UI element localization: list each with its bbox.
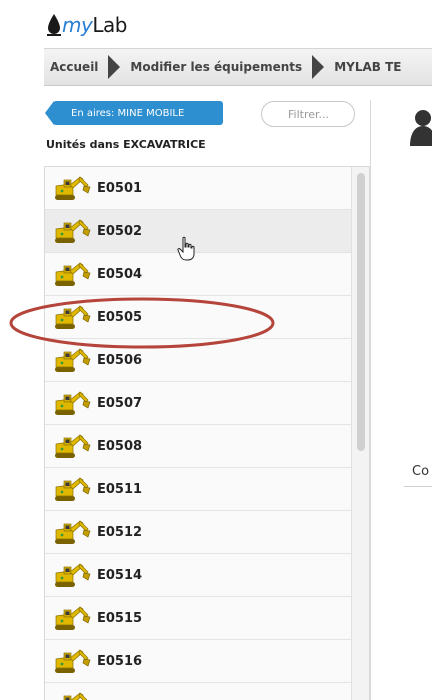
filter-input[interactable]: [261, 101, 355, 127]
excavator-icon: [53, 174, 91, 202]
excavator-icon: [53, 690, 91, 700]
list-item[interactable]: E0506: [45, 339, 351, 382]
panel-divider: [370, 100, 371, 700]
excavator-icon: [53, 389, 91, 417]
hand-cursor-icon: [177, 236, 195, 261]
list-item[interactable]: E0508: [45, 425, 351, 468]
excavator-icon: [53, 518, 91, 546]
breadcrumb: Accueil Modifier les équipements MYLAB T…: [44, 48, 432, 86]
breadcrumb-separator: [108, 55, 121, 79]
excavator-icon: [53, 303, 91, 331]
scrollbar-thumb[interactable]: [357, 173, 365, 451]
list-item[interactable]: E0501: [45, 167, 351, 210]
excavator-icon: [53, 260, 91, 288]
unit-label: E0507: [97, 395, 143, 411]
list-item[interactable]: E0502: [45, 210, 351, 253]
unit-label: E0515: [97, 610, 143, 626]
list-item[interactable]: E0515: [45, 597, 351, 640]
unit-label: E0511: [97, 481, 143, 497]
excavator-icon: [53, 604, 91, 632]
unit-label: E0505: [97, 309, 143, 325]
units-heading: Unités dans EXCAVATRICE: [46, 138, 206, 151]
list-item[interactable]: E0507: [45, 382, 351, 425]
app-logo[interactable]: my Lab: [47, 10, 127, 40]
list-item[interactable]: E0505: [45, 296, 351, 339]
list-item[interactable]: [45, 683, 351, 700]
list-item[interactable]: E0516: [45, 640, 351, 683]
logo-drop-icon: [47, 14, 61, 36]
breadcrumb-mylab[interactable]: MYLAB TE: [326, 49, 409, 85]
breadcrumb-separator: [312, 55, 325, 79]
unit-label: E0506: [97, 352, 143, 368]
logo-text-lab: Lab: [92, 13, 127, 37]
unit-label: E0514: [97, 567, 143, 583]
excavator-icon: [53, 432, 91, 460]
breadcrumb-edit-equipment[interactable]: Modifier les équipements: [122, 49, 310, 85]
excavator-icon: [53, 475, 91, 503]
unit-label: E0508: [97, 438, 143, 454]
unit-label: E0512: [97, 524, 143, 540]
excavator-icon: [53, 561, 91, 589]
list-item[interactable]: E0514: [45, 554, 351, 597]
detail-label-fragment: Co: [412, 464, 430, 479]
detail-field-underline: [404, 486, 432, 487]
list-scrollbar[interactable]: [351, 167, 369, 700]
logo-text-my: my: [62, 13, 93, 37]
unit-label: E0516: [97, 653, 143, 669]
excavator-icon: [53, 346, 91, 374]
unit-label: E0504: [97, 266, 143, 282]
unit-label: E0502: [97, 223, 143, 239]
unit-label: E0501: [97, 180, 143, 196]
list-item[interactable]: E0504: [45, 253, 351, 296]
user-avatar-icon: [410, 110, 432, 146]
units-list: E0501 E0502 E0504 E0505 E0506 E0507 E050…: [44, 166, 370, 700]
breadcrumb-home[interactable]: Accueil: [44, 49, 106, 85]
list-item[interactable]: E0511: [45, 468, 351, 511]
excavator-icon: [53, 217, 91, 245]
excavator-icon: [53, 647, 91, 675]
list-item[interactable]: E0512: [45, 511, 351, 554]
area-back-button[interactable]: En aires: MINE MOBILE: [45, 101, 223, 125]
